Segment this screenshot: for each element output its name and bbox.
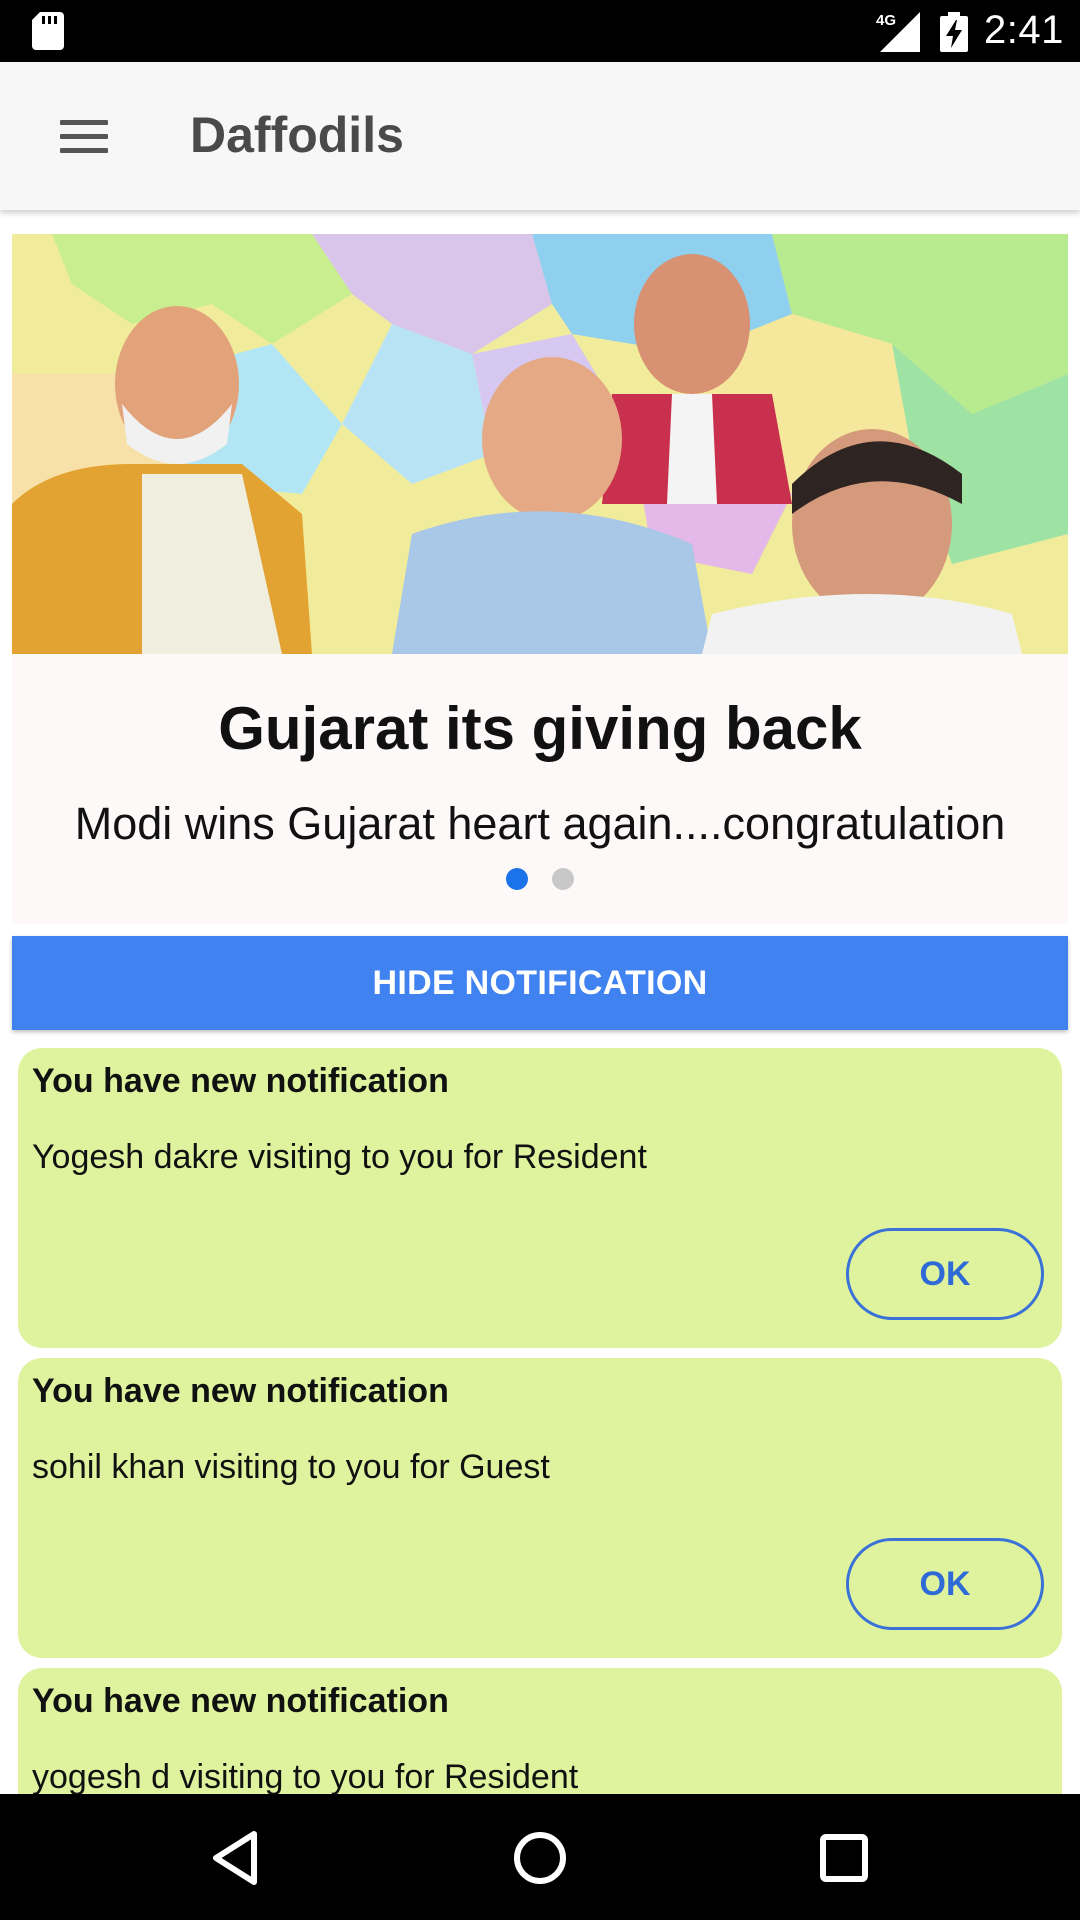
slide-title: Gujarat its giving back xyxy=(218,695,862,762)
back-icon[interactable] xyxy=(196,1818,276,1898)
app-bar: Daffodils xyxy=(0,62,1080,210)
home-icon[interactable] xyxy=(500,1818,580,1898)
notification-title: You have new notification xyxy=(32,1682,449,1720)
clock: 2:41 xyxy=(984,8,1064,52)
notification-card: You have new notification sohil khan vis… xyxy=(18,1358,1062,1658)
carousel-image xyxy=(12,234,1068,654)
battery-charging-icon xyxy=(940,12,968,52)
notification-title: You have new notification xyxy=(32,1372,449,1410)
ok-button[interactable]: OK xyxy=(846,1228,1044,1320)
carousel-dot[interactable] xyxy=(552,868,574,890)
slide-description: Modi wins Gujarat heart again....congrat… xyxy=(74,798,1006,849)
ok-button[interactable]: OK xyxy=(846,1538,1044,1630)
notification-card: You have new notification Yogesh dakre v… xyxy=(18,1048,1062,1348)
notification-title: You have new notification xyxy=(32,1062,449,1100)
app-title: Daffodils xyxy=(190,107,404,163)
navigation-bar xyxy=(0,1794,1080,1920)
notification-message: Yogesh dakre visiting to you for Residen… xyxy=(32,1138,647,1176)
menu-button[interactable] xyxy=(48,106,120,166)
hide-notification-button[interactable]: HIDE NOTIFICATION xyxy=(12,936,1068,1030)
signal-icon xyxy=(880,12,920,52)
notification-message: yogesh d visiting to you for Resident xyxy=(32,1758,579,1796)
status-bar: 4G 2:41 xyxy=(0,0,1080,62)
carousel-dot-active[interactable] xyxy=(506,868,528,890)
notification-message: sohil khan visiting to you for Guest xyxy=(32,1448,550,1486)
recents-icon[interactable] xyxy=(804,1818,884,1898)
sd-card-icon xyxy=(32,12,64,50)
news-carousel[interactable]: Gujarat its giving back Modi wins Gujara… xyxy=(12,234,1068,924)
